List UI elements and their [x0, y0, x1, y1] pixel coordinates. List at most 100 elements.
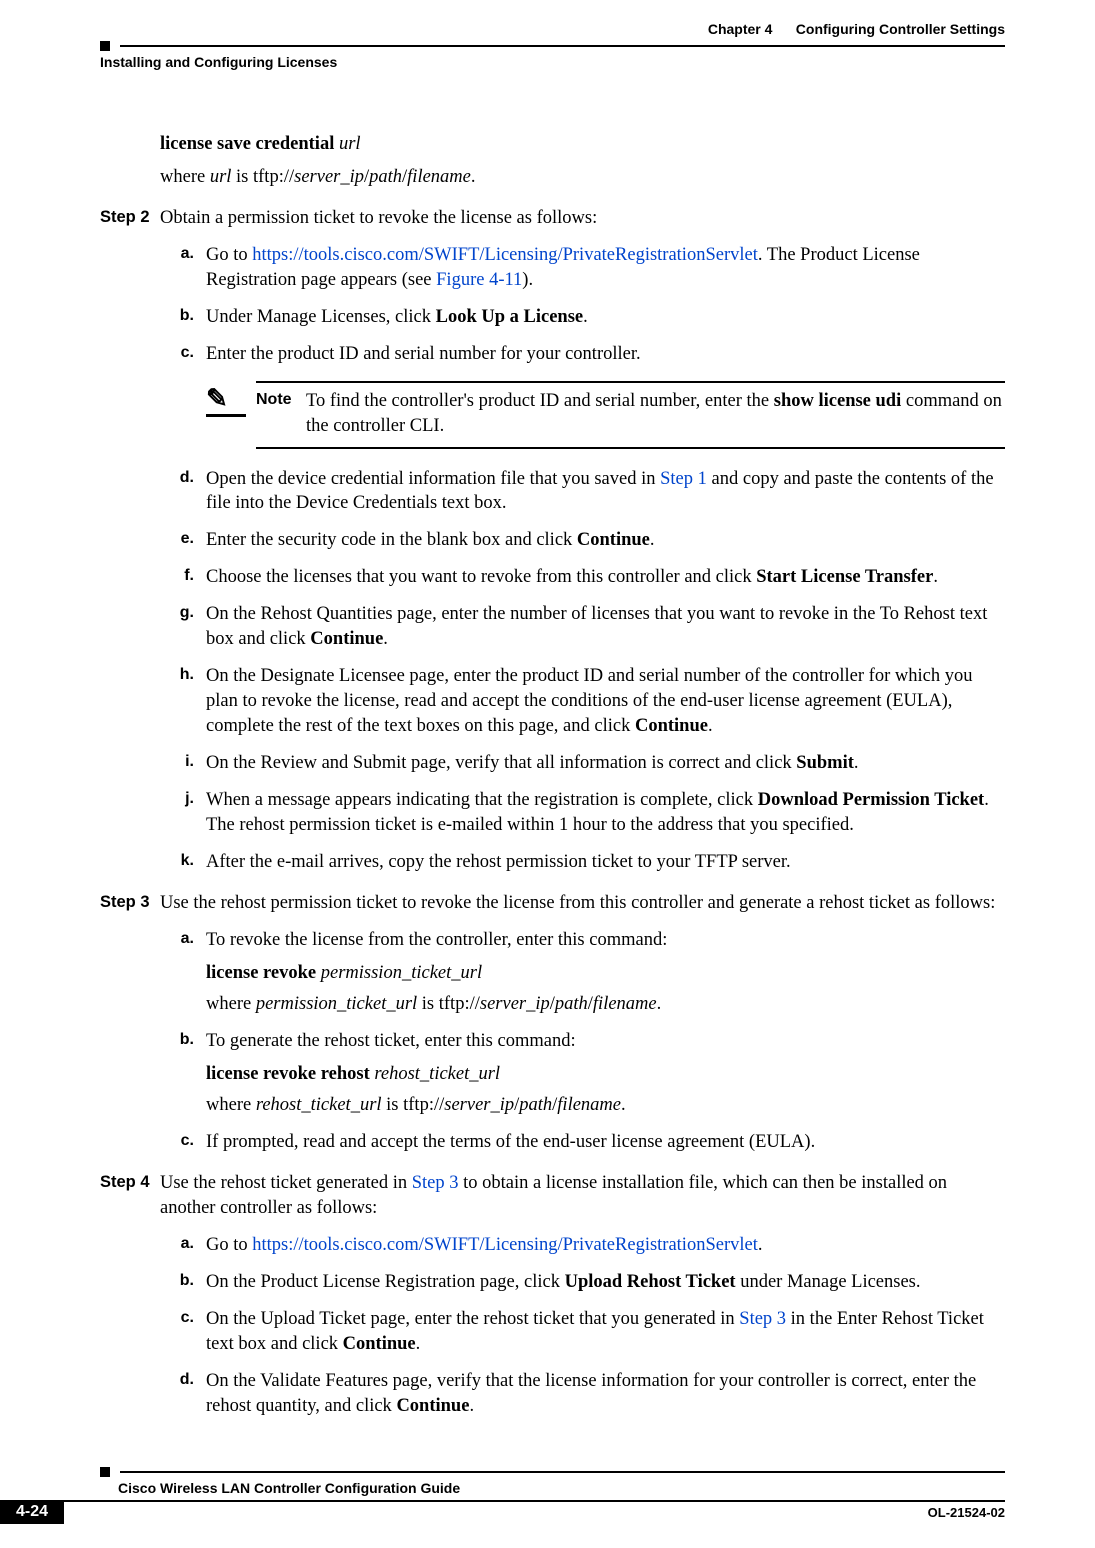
license-revoke-rehost-cmd: license revoke rehost — [206, 1064, 374, 1084]
download-permission-ticket-label: Download Permission Ticket — [758, 790, 984, 810]
registration-url-link[interactable]: https://tools.cisco.com/SWIFT/Licensing/… — [252, 245, 758, 265]
step3-sublist: a. To revoke the license from the contro… — [160, 928, 1005, 1155]
sub-text: On the Designate Licensee page, enter th… — [206, 664, 1005, 739]
sub-label: b. — [160, 1270, 206, 1295]
step-4: Step 4 Use the rehost ticket generated i… — [100, 1171, 1005, 1221]
step-text: Use the rehost permission ticket to revo… — [160, 891, 1005, 916]
header-section-title: Installing and Configuring Licenses — [100, 53, 1005, 72]
sub-text: Enter the product ID and serial number f… — [206, 342, 1005, 367]
step4-a: a. Go to https://tools.cisco.com/SWIFT/L… — [160, 1233, 1005, 1258]
sub-label: d. — [160, 467, 206, 517]
step3-ref-link[interactable]: Step 3 — [739, 1309, 786, 1329]
license-revoke-arg: permission_ticket_url — [321, 963, 482, 983]
step2-i: i. On the Review and Submit page, verify… — [160, 751, 1005, 776]
step3-a-text: To revoke the license from the controlle… — [206, 928, 1005, 953]
header-bar — [120, 45, 1005, 47]
start-license-transfer-label: Start License Transfer — [756, 567, 933, 587]
continue-label: Continue — [396, 1396, 469, 1416]
sub-label: c. — [160, 342, 206, 367]
step4-c: c. On the Upload Ticket page, enter the … — [160, 1307, 1005, 1357]
sub-label: c. — [160, 1307, 206, 1357]
cmd-name: license save credential — [160, 134, 339, 154]
look-up-license-label: Look Up a License — [436, 307, 584, 327]
note-row: Note To find the controller's product ID… — [256, 389, 1005, 439]
pencil-icon: ✎ — [206, 381, 256, 416]
footer-bar — [120, 1471, 1005, 1473]
sub-text: On the Upload Ticket page, enter the reh… — [206, 1307, 1005, 1357]
step3-a-cmd: license revoke permission_ticket_url — [206, 961, 1005, 986]
sub-text: If prompted, read and accept the terms o… — [206, 1130, 1005, 1155]
upload-rehost-ticket-label: Upload Rehost Ticket — [565, 1272, 736, 1292]
submit-label: Submit — [796, 753, 854, 773]
license-revoke-rehost-arg: rehost_ticket_url — [374, 1064, 500, 1084]
step2-f: f. Choose the licenses that you want to … — [160, 565, 1005, 590]
step3-b-cmd: license revoke rehost rehost_ticket_url — [206, 1062, 1005, 1087]
sub-text: On the Rehost Quantities page, enter the… — [206, 602, 1005, 652]
sub-label: a. — [160, 1233, 206, 1258]
step3-ref-link[interactable]: Step 3 — [412, 1173, 459, 1193]
step2-c: c. Enter the product ID and serial numbe… — [160, 342, 1005, 367]
footer-book-title: Cisco Wireless LAN Controller Configurat… — [118, 1479, 1005, 1498]
intro-where: where url is tftp://server_ip/path/filen… — [160, 165, 1005, 190]
step2-h: h. On the Designate Licensee page, enter… — [160, 664, 1005, 739]
where-server: server_ip — [294, 167, 364, 187]
step2-g: g. On the Rehost Quantities page, enter … — [160, 602, 1005, 652]
note-block: ✎ Note To find the controller's product … — [206, 381, 1005, 449]
sub-label: a. — [160, 928, 206, 1017]
continue-label: Continue — [310, 629, 383, 649]
sub-text: Open the device credential information f… — [206, 467, 1005, 517]
step-3: Step 3 Use the rehost permission ticket … — [100, 891, 1005, 916]
where-prefix: where — [160, 167, 210, 187]
step1-ref-link[interactable]: Step 1 — [660, 469, 707, 489]
sub-label: a. — [160, 243, 206, 293]
sub-label: d. — [160, 1369, 206, 1419]
sub-text: Under Manage Licenses, click Look Up a L… — [206, 305, 1005, 330]
step3-a-where: where permission_ticket_url is tftp://se… — [206, 992, 1005, 1017]
sub-text: To generate the rehost ticket, enter thi… — [206, 1029, 1005, 1118]
sub-text: Go to https://tools.cisco.com/SWIFT/Lice… — [206, 243, 1005, 293]
step-label: Step 2 — [100, 206, 160, 231]
continue-label: Continue — [343, 1334, 416, 1354]
step3-b-text: To generate the rehost ticket, enter thi… — [206, 1029, 1005, 1054]
sub-label: g. — [160, 602, 206, 652]
sub-text: Choose the licenses that you want to rev… — [206, 565, 1005, 590]
header-rule — [100, 41, 1005, 51]
intro-command: license save credential url — [160, 132, 1005, 157]
body: license save credential url where url is… — [100, 132, 1005, 1419]
step2-k: k. After the e-mail arrives, copy the re… — [160, 850, 1005, 875]
footer-square-icon — [100, 1467, 110, 1477]
sub-label: b. — [160, 305, 206, 330]
where-path: path — [369, 167, 402, 187]
show-license-udi-cmd: show license udi — [774, 391, 901, 411]
page: Chapter 4 Configuring Controller Setting… — [0, 0, 1095, 1548]
step-text: Use the rehost ticket generated in Step … — [160, 1171, 1005, 1221]
sub-label: f. — [160, 565, 206, 590]
where-url: url — [210, 167, 232, 187]
doc-id: OL-21524-02 — [928, 1504, 1005, 1522]
chapter-title: Configuring Controller Settings — [796, 21, 1005, 37]
footer-bottom: 4-24 OL-21524-02 — [0, 1500, 1005, 1524]
sub-text: After the e-mail arrives, copy the rehos… — [206, 850, 1005, 875]
sub-label: b. — [160, 1029, 206, 1118]
page-number-badge: 4-24 — [0, 1500, 64, 1524]
step2-d: d. Open the device credential informatio… — [160, 467, 1005, 517]
registration-url-link[interactable]: https://tools.cisco.com/SWIFT/Licensing/… — [252, 1235, 758, 1255]
sub-text: To revoke the license from the controlle… — [206, 928, 1005, 1017]
footer-thin-rule: OL-21524-02 — [64, 1500, 1005, 1524]
header-square-icon — [100, 41, 110, 51]
sub-text: On the Review and Submit page, verify th… — [206, 751, 1005, 776]
step4-sublist: a. Go to https://tools.cisco.com/SWIFT/L… — [160, 1233, 1005, 1419]
note-rule-top — [256, 381, 1005, 383]
sub-text: When a message appears indicating that t… — [206, 788, 1005, 838]
where-file: filename — [407, 167, 471, 187]
step-2: Step 2 Obtain a permission ticket to rev… — [100, 206, 1005, 231]
note-body: Note To find the controller's product ID… — [256, 381, 1005, 449]
step2-b: b. Under Manage Licenses, click Look Up … — [160, 305, 1005, 330]
note-icon-col: ✎ — [206, 381, 256, 449]
step3-a: a. To revoke the license from the contro… — [160, 928, 1005, 1017]
step-label: Step 4 — [100, 1171, 160, 1221]
header-sep — [776, 21, 792, 37]
cmd-arg: url — [339, 134, 361, 154]
step2-j: j. When a message appears indicating tha… — [160, 788, 1005, 838]
figure-ref-link[interactable]: Figure 4-11 — [436, 270, 522, 290]
